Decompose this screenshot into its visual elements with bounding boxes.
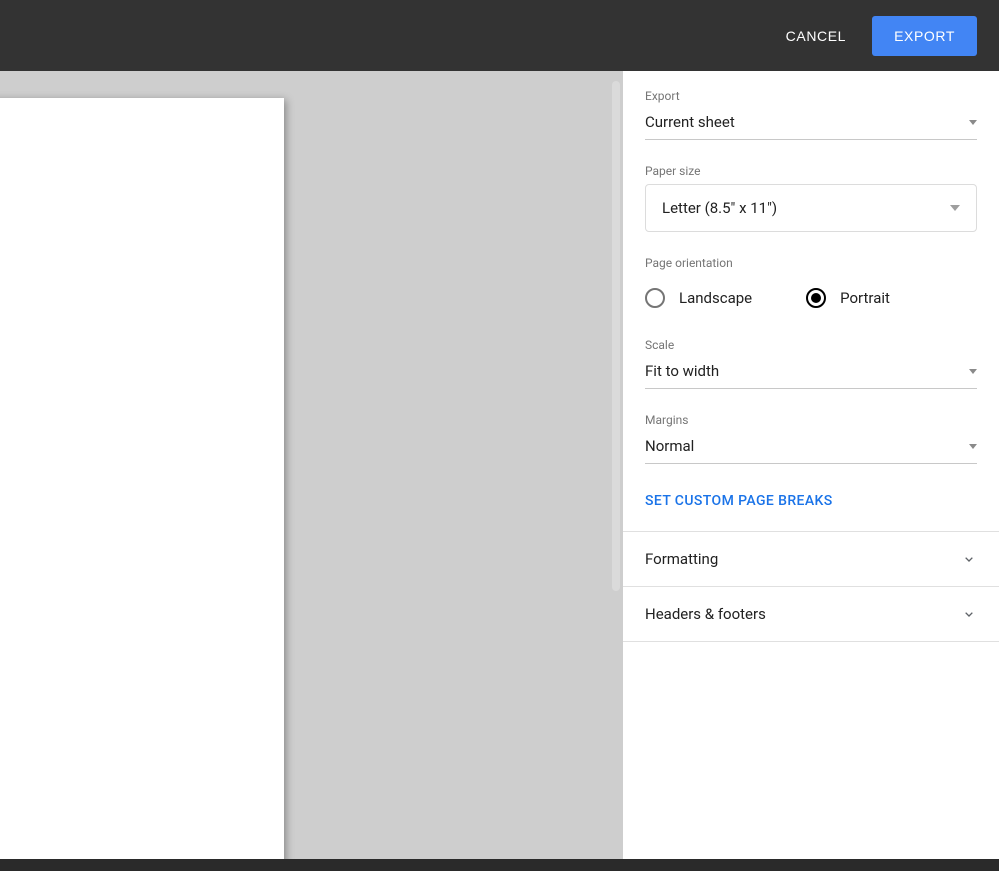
headers-footers-accordion[interactable]: Headers & footers: [623, 587, 999, 642]
radio-icon: [645, 288, 665, 308]
margins-select[interactable]: Normal: [645, 431, 977, 464]
scale-label: Scale: [645, 338, 977, 352]
set-custom-page-breaks-link[interactable]: SET CUSTOM PAGE BREAKS: [645, 493, 833, 509]
paper-size-section: Paper size Letter (8.5" x 11"): [623, 146, 999, 238]
dropdown-icon: [969, 120, 977, 125]
orientation-radio-group: Landscape Portrait: [645, 274, 977, 314]
cancel-button[interactable]: CANCEL: [772, 18, 860, 54]
content-area: Export Current sheet Paper size Letter (…: [0, 71, 999, 859]
radio-dot-icon: [811, 293, 821, 303]
orientation-portrait-label: Portrait: [840, 289, 890, 307]
paper-size-label: Paper size: [645, 164, 977, 178]
header-bar: CANCEL EXPORT: [0, 0, 999, 71]
scale-value: Fit to width: [645, 362, 719, 380]
margins-value: Normal: [645, 437, 694, 455]
chevron-down-icon: [961, 606, 977, 622]
radio-icon: [806, 288, 826, 308]
export-value: Current sheet: [645, 113, 735, 131]
chevron-down-icon: [961, 551, 977, 567]
headers-footers-title: Headers & footers: [645, 605, 766, 623]
accordion: Formatting Headers & footers: [623, 531, 999, 642]
page-orientation-label: Page orientation: [645, 256, 977, 270]
margins-section: Margins Normal: [623, 395, 999, 470]
dropdown-icon: [950, 205, 960, 211]
paper-size-select[interactable]: Letter (8.5" x 11"): [645, 184, 977, 232]
paper-size-value: Letter (8.5" x 11"): [662, 199, 777, 217]
preview-scrollbar[interactable]: [612, 81, 620, 591]
formatting-title: Formatting: [645, 550, 718, 568]
custom-page-breaks-row: SET CUSTOM PAGE BREAKS: [623, 470, 999, 531]
page-orientation-section: Page orientation Landscape Portrait: [623, 238, 999, 320]
export-section: Export Current sheet: [623, 71, 999, 146]
orientation-landscape-radio[interactable]: Landscape: [645, 288, 752, 308]
dropdown-icon: [969, 369, 977, 374]
scale-section: Scale Fit to width: [623, 320, 999, 395]
settings-sidebar: Export Current sheet Paper size Letter (…: [623, 71, 999, 859]
margins-label: Margins: [645, 413, 977, 427]
formatting-accordion[interactable]: Formatting: [623, 532, 999, 587]
page-preview: [0, 98, 284, 859]
orientation-landscape-label: Landscape: [679, 289, 752, 307]
dropdown-icon: [969, 444, 977, 449]
preview-pane: [0, 71, 623, 859]
scale-select[interactable]: Fit to width: [645, 356, 977, 389]
orientation-portrait-radio[interactable]: Portrait: [806, 288, 890, 308]
export-button[interactable]: EXPORT: [872, 16, 977, 56]
export-select[interactable]: Current sheet: [645, 107, 977, 140]
export-label: Export: [645, 89, 977, 103]
footer-bar: [0, 859, 999, 871]
